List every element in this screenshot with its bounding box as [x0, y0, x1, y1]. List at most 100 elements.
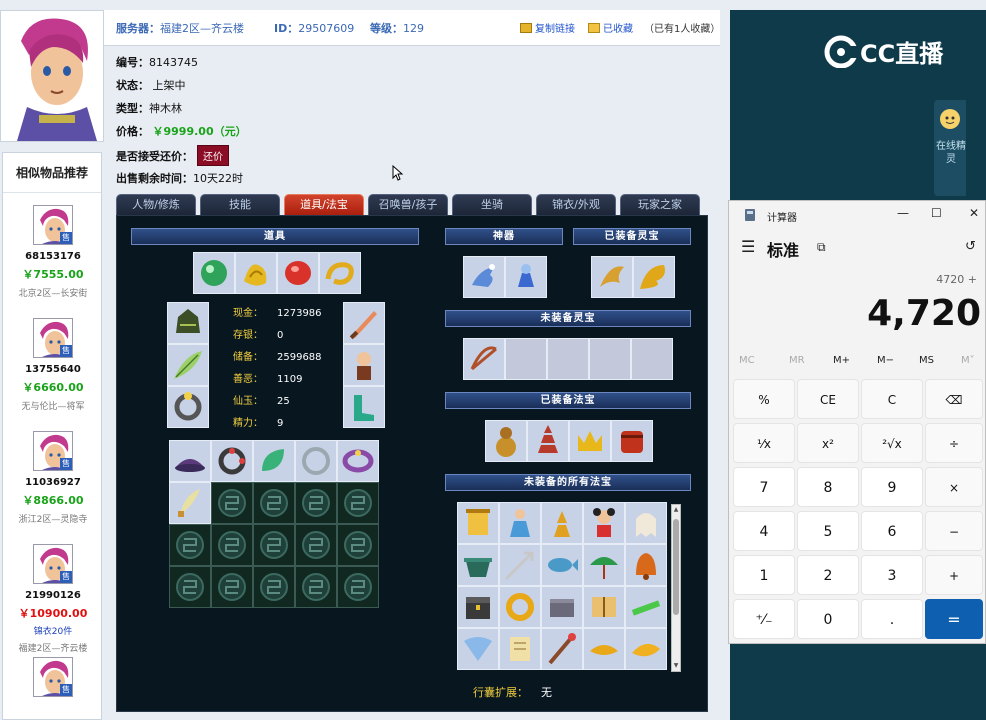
item-slot[interactable] [485, 420, 527, 462]
similar-item-thumbnail[interactable]: 售 [33, 318, 73, 358]
treasure-slot[interactable] [499, 544, 541, 586]
memory-button[interactable]: M+ [833, 355, 850, 366]
empty-spirit-slot[interactable] [631, 338, 673, 380]
treasure-slot[interactable] [583, 544, 625, 586]
tab-1[interactable]: 技能 [200, 194, 280, 216]
tab-2[interactable]: 道具/法宝 [284, 194, 364, 216]
scroll-thumb[interactable] [673, 519, 679, 615]
calc-key[interactable]: × [925, 467, 983, 507]
item-slot[interactable] [169, 482, 211, 524]
calc-key[interactable]: CE [797, 379, 859, 419]
item-slot[interactable] [193, 252, 235, 294]
calc-key[interactable]: 9 [861, 467, 923, 507]
empty-bag-slot[interactable] [169, 524, 211, 566]
item-slot[interactable] [319, 252, 361, 294]
calc-key[interactable]: ²√x [861, 423, 923, 463]
tab-3[interactable]: 召唤兽/孩子 [368, 194, 448, 216]
treasure-slot[interactable] [457, 502, 499, 544]
calc-key[interactable]: 3 [861, 555, 923, 595]
treasure-slot[interactable] [541, 502, 583, 544]
treasure-slot[interactable] [541, 628, 583, 670]
calc-key[interactable]: 6 [861, 511, 923, 551]
item-slot[interactable] [505, 256, 547, 298]
calc-key[interactable]: + [925, 555, 983, 595]
treasure-slot[interactable] [499, 628, 541, 670]
calc-key[interactable]: = [925, 599, 983, 639]
item-slot[interactable] [569, 420, 611, 462]
treasure-slot[interactable] [625, 502, 667, 544]
calc-key[interactable]: 2 [797, 555, 859, 595]
memory-button[interactable]: M− [877, 355, 894, 366]
calc-key[interactable]: C [861, 379, 923, 419]
item-slot[interactable] [169, 440, 211, 482]
item-slot[interactable] [343, 386, 385, 428]
treasure-slot[interactable] [625, 544, 667, 586]
item-slot[interactable] [235, 252, 277, 294]
online-assistant[interactable]: 在线精灵 [934, 100, 966, 196]
treasure-slot[interactable] [541, 544, 583, 586]
treasure-slot[interactable] [541, 586, 583, 628]
item-slot[interactable] [343, 302, 385, 344]
empty-bag-slot[interactable] [337, 482, 379, 524]
calc-key[interactable]: ÷ [925, 423, 983, 463]
tab-0[interactable]: 人物/修炼 [116, 194, 196, 216]
calc-key[interactable]: 5 [797, 511, 859, 551]
tab-5[interactable]: 锦衣/外观 [536, 194, 616, 216]
memory-button[interactable]: MS [919, 355, 934, 366]
empty-bag-slot[interactable] [295, 482, 337, 524]
item-slot[interactable] [343, 344, 385, 386]
empty-bag-slot[interactable] [169, 566, 211, 608]
similar-item[interactable]: 售 21990126 ￥10900.00 锦衣20件 福建2区—齐云楼 [3, 544, 103, 654]
tab-4[interactable]: 坐骑 [452, 194, 532, 216]
empty-bag-slot[interactable] [337, 524, 379, 566]
calc-key[interactable]: − [925, 511, 983, 551]
treasure-slot[interactable] [583, 586, 625, 628]
item-slot[interactable] [167, 386, 209, 428]
treasure-scrollbar[interactable]: ▲ ▼ [671, 504, 681, 672]
item-slot[interactable] [591, 256, 633, 298]
empty-bag-slot[interactable] [253, 524, 295, 566]
treasure-slot[interactable] [457, 586, 499, 628]
empty-bag-slot[interactable] [211, 482, 253, 524]
treasure-slot[interactable] [583, 628, 625, 670]
copy-link-button[interactable]: 复制链接 [520, 20, 575, 35]
memory-button[interactable]: M˅ [961, 355, 975, 366]
treasure-slot[interactable] [499, 586, 541, 628]
calc-key[interactable]: ¹⁄x [733, 423, 795, 463]
empty-bag-slot[interactable] [253, 482, 295, 524]
memory-button[interactable]: MR [789, 355, 805, 366]
item-slot[interactable] [277, 252, 319, 294]
item-slot[interactable] [211, 440, 253, 482]
treasure-slot[interactable] [625, 628, 667, 670]
item-slot[interactable] [633, 256, 675, 298]
empty-spirit-slot[interactable] [505, 338, 547, 380]
treasure-slot[interactable] [457, 628, 499, 670]
similar-item[interactable]: 售 13755640 ￥6660.00 无与伦比—将军 [3, 318, 103, 412]
treasure-slot[interactable] [499, 502, 541, 544]
calc-key[interactable]: 1 [733, 555, 795, 595]
menu-icon[interactable]: ☰ [741, 237, 755, 256]
calc-key[interactable]: 4 [733, 511, 795, 551]
history-icon[interactable]: ↺ [965, 239, 976, 254]
calc-key[interactable]: 8 [797, 467, 859, 507]
minimize-icon[interactable]: — [897, 206, 909, 220]
calc-key[interactable]: ⁺⁄₋ [733, 599, 795, 639]
calc-key[interactable]: ⌫ [925, 379, 983, 419]
item-slot[interactable] [167, 344, 209, 386]
calc-key[interactable]: 7 [733, 467, 795, 507]
calc-key[interactable]: 0 [797, 599, 859, 639]
favorited-button[interactable]: 已收藏 [588, 20, 633, 35]
empty-spirit-slot[interactable] [547, 338, 589, 380]
item-slot[interactable] [295, 440, 337, 482]
similar-item-thumbnail[interactable]: 售 [33, 205, 73, 245]
calc-key[interactable]: . [861, 599, 923, 639]
calc-key[interactable]: % [733, 379, 795, 419]
item-slot[interactable] [527, 420, 569, 462]
maximize-icon[interactable]: ☐ [931, 206, 942, 220]
bargain-button[interactable]: 还价 [197, 145, 229, 166]
item-slot[interactable] [463, 256, 505, 298]
similar-item[interactable]: 售 68153176 ￥7555.00 北京2区—长安街 [3, 205, 103, 299]
empty-spirit-slot[interactable] [589, 338, 631, 380]
scroll-up-icon[interactable]: ▲ [673, 507, 679, 513]
tab-6[interactable]: 玩家之家 [620, 194, 700, 216]
